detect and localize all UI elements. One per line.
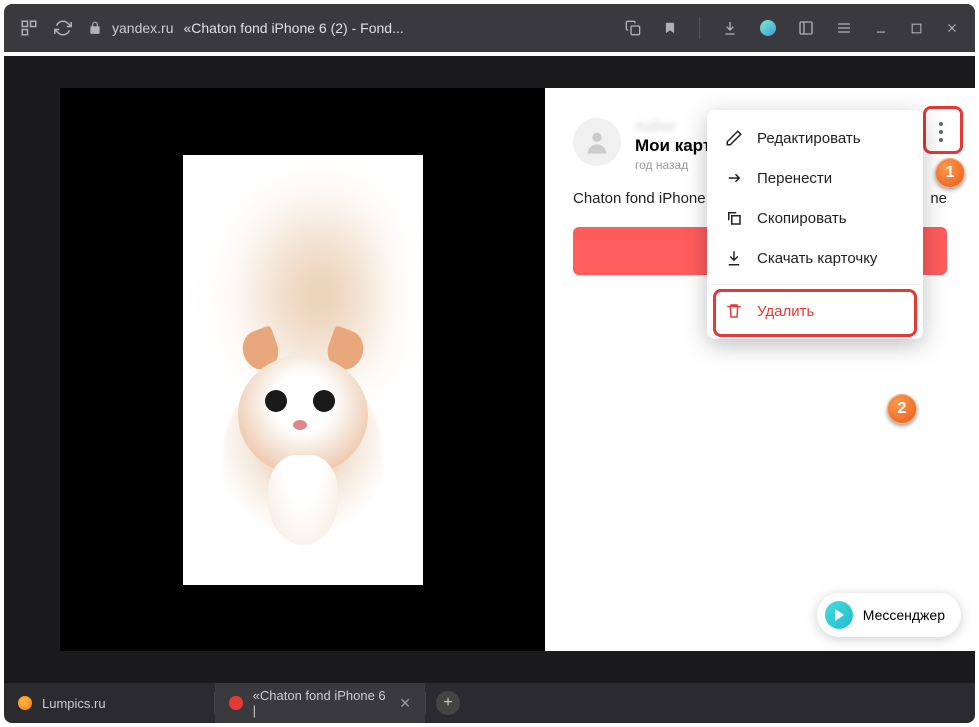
close-icon[interactable] [945,21,959,35]
arrow-right-icon [725,169,743,187]
favicon-icon [229,696,243,710]
menu-download[interactable]: Скачать карточку [707,238,923,278]
separator [425,692,426,714]
download-icon[interactable] [722,20,738,36]
minimize-icon[interactable] [874,21,888,35]
maximize-icon[interactable] [910,22,923,35]
trash-icon [725,302,743,320]
address-bar[interactable]: yandex.ru «Chaton fond iPhone 6 (2) - Fo… [88,20,404,36]
url-title: «Chaton fond iPhone 6 (2) - Fond... [183,20,403,36]
messenger-button[interactable]: Мессенджер [817,593,961,637]
copy-icon[interactable] [625,20,641,36]
tab-label: Lumpics.ru [42,696,106,711]
toolbar-right [625,17,959,39]
step-badge-1: 1 [935,158,965,188]
tab-close-icon[interactable]: ✕ [399,695,411,712]
sidebar-toggle-icon[interactable] [798,20,814,36]
tab-lumpics[interactable]: Lumpics.ru [4,683,214,723]
image-viewer[interactable] [60,88,545,651]
more-options-button[interactable] [929,116,953,148]
step-badge-2: 2 [887,394,917,424]
url-domain: yandex.ru [112,20,173,36]
menu-icon[interactable] [836,20,852,36]
menu-separator [707,284,923,285]
menu-delete[interactable]: Удалить [707,291,923,331]
bookmark-icon[interactable] [663,20,677,36]
content-area: Author Мои карт год назад Chaton fond iP… [4,56,975,683]
messenger-label: Мессенджер [863,607,945,623]
cat-image [183,155,423,585]
menu-edit[interactable]: Редактировать [707,118,923,158]
avatar[interactable] [573,118,621,166]
play-icon [825,601,853,629]
copy-icon [725,209,743,227]
pencil-icon [725,129,743,147]
reload-icon[interactable] [54,19,72,37]
details-panel: Author Мои карт год назад Chaton fond iP… [545,88,975,651]
context-menu: Редактировать Перенести Скопировать Скач… [707,110,923,339]
download-icon [725,249,743,267]
menu-move[interactable]: Перенести [707,158,923,198]
tab-chaton[interactable]: «Chaton fond iPhone 6 | ✕ [215,683,425,723]
extension-icon[interactable] [760,20,776,36]
lock-icon [88,21,102,35]
tab-bar: Lumpics.ru «Chaton fond iPhone 6 | ✕ + [4,683,975,723]
favicon-icon [18,696,32,710]
browser-toolbar: yandex.ru «Chaton fond iPhone 6 (2) - Fo… [4,4,975,52]
tree-icon[interactable] [20,19,38,37]
separator [699,17,700,39]
tab-label: «Chaton fond iPhone 6 | [253,688,390,718]
new-tab-button[interactable]: + [436,691,460,715]
menu-copy[interactable]: Скопировать [707,198,923,238]
toolbar-left: yandex.ru «Chaton fond iPhone 6 (2) - Fo… [20,19,404,37]
